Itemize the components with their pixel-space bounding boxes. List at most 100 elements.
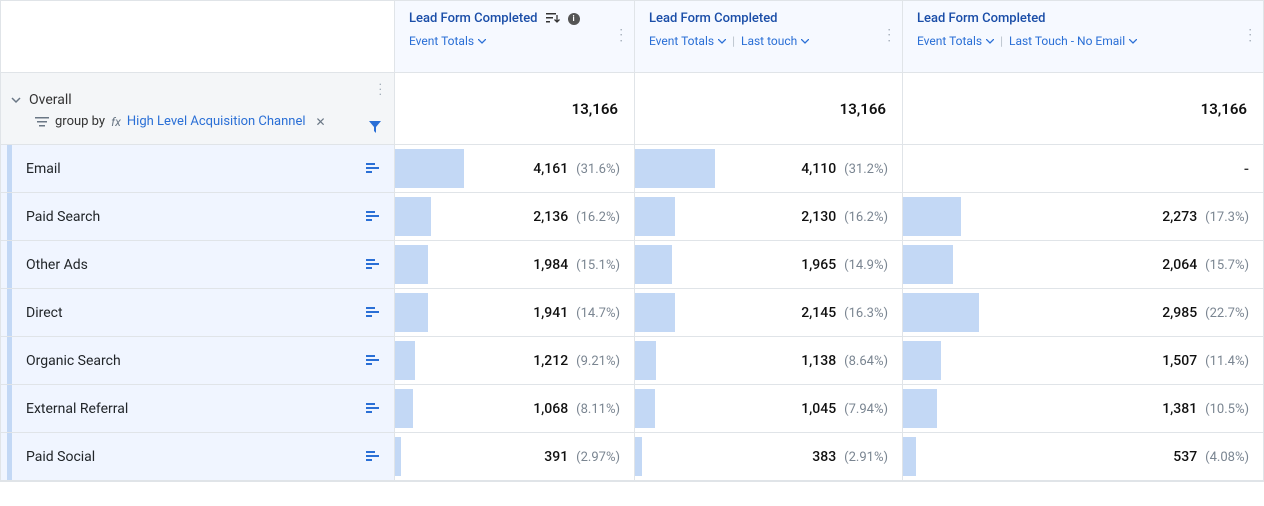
row-label-cell[interactable]: External Referral — [1, 385, 395, 432]
column-header-row: Lead Form CompletediEvent Totals···Lead … — [1, 1, 1263, 73]
row-label-cell[interactable]: Paid Social — [1, 433, 395, 480]
overall-row: Overall group by fx High Level Acquisiti… — [1, 73, 1263, 145]
cell-percent: (22.7%) — [1205, 306, 1249, 321]
bar-chart-icon[interactable] — [366, 163, 380, 175]
cell-percent: (14.7%) — [576, 306, 620, 321]
row-color-strip — [7, 433, 12, 480]
cell-percent: (2.97%) — [576, 450, 620, 465]
column-menu-button[interactable]: ··· — [615, 24, 626, 49]
data-cell: 1,507(11.4%) — [903, 337, 1263, 384]
column-title[interactable]: Lead Form Completed — [649, 11, 778, 26]
cell-percent: (16.2%) — [844, 210, 888, 225]
column-subfilter[interactable]: Event Totals — [917, 34, 994, 48]
column-header: Lead Form Completed i Event Totals ··· — [395, 1, 635, 72]
cell-bar — [635, 437, 642, 476]
cell-percent: (8.64%) — [844, 354, 888, 369]
data-cell: 1,138(8.64%) — [635, 337, 903, 384]
column-title[interactable]: Lead Form Completed — [917, 11, 1046, 26]
row-label-cell[interactable]: Organic Search — [1, 337, 395, 384]
cell-value: 537 — [1173, 449, 1197, 465]
data-cell: - — [903, 145, 1263, 192]
group-by-label: group by — [55, 114, 105, 129]
row-label: Other Ads — [26, 257, 88, 273]
data-cell: 1,941(14.7%) — [395, 289, 635, 336]
column-subfilter[interactable]: Event Totals — [409, 34, 486, 48]
filter-divider: | — [732, 34, 735, 48]
overall-menu-button[interactable]: ··· — [379, 83, 382, 99]
expand-chevron-icon[interactable] — [11, 95, 21, 105]
group-by-formula[interactable]: High Level Acquisition Channel — [127, 114, 306, 129]
cell-percent: (9.21%) — [576, 354, 620, 369]
data-cell: 2,145 (16.3%) — [635, 289, 903, 336]
cell-value: 1,045 — [801, 401, 836, 417]
row-label: Organic Search — [26, 353, 121, 369]
cell-value: 2,145 — [801, 305, 836, 321]
row-label-cell[interactable]: Direct — [1, 289, 395, 336]
cell-bar — [395, 437, 401, 476]
bar-chart-icon[interactable] — [366, 307, 380, 319]
bar-chart-icon[interactable] — [366, 403, 380, 415]
info-icon[interactable]: i — [568, 13, 580, 25]
cell-percent: (8.11%) — [576, 402, 620, 417]
column-subfilter[interactable]: Last touch — [741, 34, 809, 48]
cell-bar — [903, 437, 916, 476]
row-label: Paid Search — [26, 209, 100, 225]
remove-groupby-button[interactable]: ✕ — [316, 115, 326, 129]
column-header: Lead Form Completed Event Totals | Last tou… — [635, 1, 903, 72]
cell-percent: (15.7%) — [1205, 258, 1249, 273]
bar-chart-icon[interactable] — [366, 259, 380, 271]
cell-percent: (16.3%) — [844, 306, 888, 321]
column-menu-button[interactable]: ··· — [1244, 24, 1255, 49]
filter-divider: | — [1000, 34, 1003, 48]
row-label: External Referral — [26, 401, 128, 417]
column-title[interactable]: Lead Form Completed — [409, 11, 538, 26]
column-subfilter[interactable]: Last Touch - No Email — [1009, 34, 1137, 48]
cell-bar — [903, 341, 941, 380]
table-row: Direct1,941(14.7%)2,145(16.3%)2,985(22.7… — [1, 289, 1263, 337]
row-label-cell[interactable]: Other Ads — [1, 241, 395, 288]
cell-bar — [903, 245, 953, 284]
data-cell: 4,110(31.2%) — [635, 145, 903, 192]
cell-bar — [395, 245, 428, 284]
data-cell: 391 (2.97%) — [395, 433, 635, 480]
column-subfilter[interactable]: Event Totals — [649, 34, 726, 48]
cell-value: 2,130 — [801, 209, 836, 225]
cell-percent: (2.91%) — [844, 450, 888, 465]
cell-value: 4,110 — [801, 161, 836, 177]
row-color-strip — [7, 145, 12, 192]
cell-bar — [395, 197, 431, 236]
cell-percent: (4.08%) — [1205, 450, 1249, 465]
cell-value: 2,064 — [1162, 257, 1197, 273]
cell-percent: (17.3%) — [1205, 210, 1249, 225]
data-cell: 1,984(15.1%) — [395, 241, 635, 288]
cell-percent: (31.6%) — [576, 162, 620, 177]
cell-value: 1,068 — [533, 401, 568, 417]
row-header-spacer — [1, 1, 395, 72]
row-label: Email — [26, 161, 61, 177]
cell-value: 391 — [544, 449, 568, 465]
row-color-strip — [7, 193, 12, 240]
table-row: Paid Social391(2.97%)383(2.91%)537(4.08%… — [1, 433, 1263, 481]
cell-percent: (11.4%) — [1205, 354, 1249, 369]
cell-bar — [395, 389, 413, 428]
data-cell: 2,136(16.2%) — [395, 193, 635, 240]
cell-bar — [395, 341, 415, 380]
cell-bar — [635, 197, 675, 236]
column-menu-button[interactable]: ··· — [883, 24, 894, 49]
cell-bar — [395, 293, 428, 332]
cell-bar — [635, 245, 672, 284]
bar-chart-icon[interactable] — [366, 211, 380, 223]
row-color-strip — [7, 337, 12, 384]
bar-chart-icon[interactable] — [366, 355, 380, 367]
cell-bar — [635, 341, 656, 380]
data-cell: 1,212(9.21%) — [395, 337, 635, 384]
sort-descending-icon[interactable] — [546, 13, 560, 25]
overall-value: 13,166 — [903, 73, 1263, 144]
row-label-cell[interactable]: Email — [1, 145, 395, 192]
data-cell: 2,064 (15.7%) — [903, 241, 1263, 288]
row-label-cell[interactable]: Paid Search — [1, 193, 395, 240]
cell-bar — [635, 149, 715, 188]
filter-icon[interactable] — [368, 120, 382, 134]
bar-chart-icon[interactable] — [366, 451, 380, 463]
column-header: Lead Form Completed Event Totals | Last Tou… — [903, 1, 1263, 72]
